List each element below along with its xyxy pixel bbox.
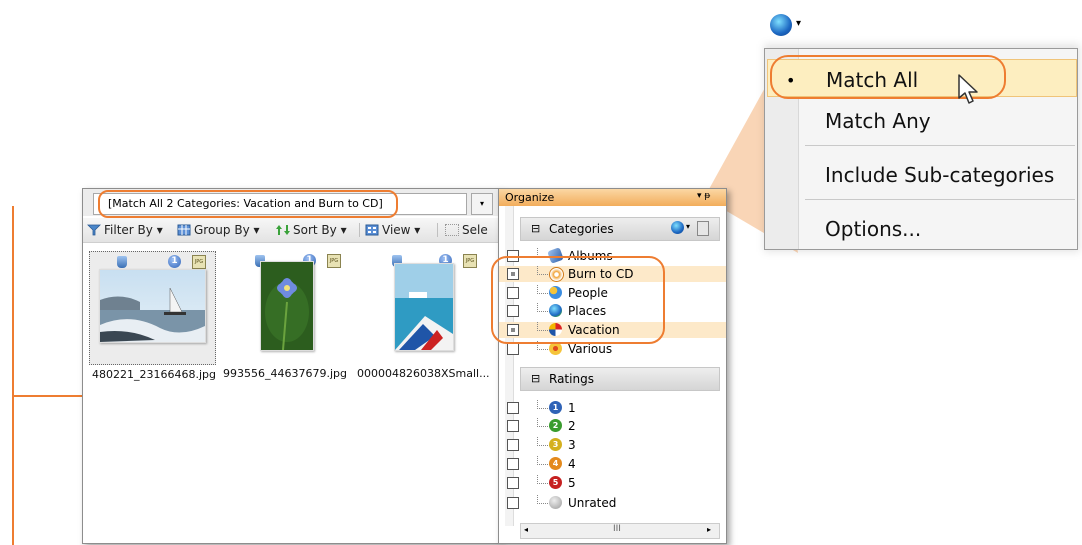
rating-5-icon: 5 — [549, 476, 562, 489]
rating-checkbox[interactable] — [507, 497, 519, 509]
jpg-file-icon: JPG — [463, 254, 477, 268]
rating-label: 2 — [568, 419, 576, 433]
select-button[interactable]: Sele — [445, 223, 488, 237]
rating-row[interactable]: Unrated — [499, 495, 726, 511]
match-mode-caret[interactable]: ▾ — [686, 222, 690, 231]
flower-photo — [260, 261, 314, 351]
rating-checkbox[interactable] — [507, 402, 519, 414]
rating-label: 4 — [568, 457, 576, 471]
filter-by-label: Filter By — [104, 223, 153, 237]
filter-by-button[interactable]: Filter By ▾ — [87, 223, 163, 237]
unrated-icon — [549, 496, 562, 509]
scroll-thumb-grip[interactable]: III — [613, 524, 621, 534]
rating-4-icon: 4 — [549, 457, 562, 470]
menu-item-label: Match Any — [825, 109, 931, 133]
rating-label: 1 — [568, 401, 576, 415]
organize-title: Organize — [505, 191, 555, 204]
filter-dropdown-button[interactable]: ▾ — [471, 193, 493, 215]
thumbnail-item[interactable]: 1 JPG 000004826038XSmall... — [357, 251, 490, 380]
sort-by-label: Sort By — [293, 223, 337, 237]
thumbnail-item[interactable]: 1 JPG 993556_44637679.jpg — [223, 251, 348, 380]
menu-separator — [805, 145, 1075, 146]
categories-section-header[interactable]: ⊟ Categories ▾ — [520, 217, 720, 241]
filter-icon — [87, 224, 101, 236]
chevron-down-icon[interactable]: ▾ — [796, 18, 801, 29]
sort-icon — [276, 225, 290, 235]
menu-item-label: Options... — [825, 217, 922, 241]
match-mode-globe-icon[interactable] — [770, 14, 792, 36]
sailboat-photo — [99, 269, 206, 343]
horizontal-scrollbar[interactable]: ◂ III ▸ — [520, 523, 720, 539]
rating-row[interactable]: 3 3 — [499, 437, 726, 453]
rating-row[interactable]: 5 5 — [499, 475, 726, 491]
group-by-label: Group By — [194, 223, 250, 237]
ratings-section-header[interactable]: ⊟ Ratings — [520, 367, 720, 391]
rating-1-icon: 1 — [549, 401, 562, 414]
scroll-right-arrow-icon[interactable]: ▸ — [707, 525, 711, 534]
rating-label: 3 — [568, 438, 576, 452]
thumbnail-filename: 000004826038XSmall... — [357, 367, 490, 380]
rating-checkbox[interactable] — [507, 458, 519, 470]
category-label: Various — [568, 342, 613, 356]
rating-row[interactable]: 2 2 — [499, 418, 726, 434]
toolbar-divider — [359, 223, 360, 237]
scroll-left-arrow-icon[interactable]: ◂ — [524, 525, 528, 534]
collapse-icon: ⊟ — [531, 222, 541, 235]
rating-badge: 1 — [168, 255, 181, 268]
group-icon — [177, 224, 191, 236]
rating-label: 5 — [568, 476, 576, 490]
sort-by-button[interactable]: Sort By ▾ — [276, 223, 347, 237]
boat-photo — [394, 263, 454, 351]
category-checkbox[interactable] — [507, 343, 519, 355]
collapse-icon: ⊟ — [531, 372, 541, 385]
rating-row[interactable]: 1 1 — [499, 400, 726, 416]
rating-row[interactable]: 4 4 — [499, 456, 726, 472]
select-label: Sele — [462, 223, 488, 237]
view-icon — [365, 224, 379, 236]
jpg-file-icon: JPG — [192, 255, 206, 269]
menu-separator — [805, 199, 1075, 200]
categories-label: Categories — [549, 222, 614, 236]
menu-item-include-sub-categories[interactable]: Include Sub-categories — [765, 155, 1077, 191]
menu-item-options[interactable]: Options... — [765, 209, 1077, 245]
photo-browser-window: [Match All 2 Categories: Vacation and Bu… — [82, 188, 500, 544]
menu-item-match-any[interactable]: Match Any — [765, 101, 1077, 137]
match-mode-button[interactable] — [671, 221, 684, 234]
select-icon — [445, 224, 459, 236]
toolbar: Filter By ▾ Group By ▾ Sort By ▾ View ▾ … — [83, 218, 499, 243]
rating-2-icon: 2 — [549, 419, 562, 432]
thumbnail-filename: 480221_23166468.jpg — [92, 368, 216, 381]
rating-3-icon: 3 — [549, 438, 562, 451]
tag-icon — [117, 256, 127, 268]
organize-pane: Organize ▾ ᵽ ⊟ Categories ▾ Albums Burn … — [498, 188, 727, 544]
view-label: View — [382, 223, 411, 237]
jpg-file-icon: JPG — [327, 254, 341, 268]
thumbnail-item[interactable]: 1 JPG 480221_23166468.jpg — [89, 251, 216, 381]
group-by-button[interactable]: Group By ▾ — [177, 223, 260, 237]
mouse-pointer-icon — [958, 74, 978, 104]
rating-checkbox[interactable] — [507, 420, 519, 432]
thumbnail-filename: 993556_44637679.jpg — [223, 367, 347, 380]
organize-header: Organize ▾ ᵽ — [499, 189, 726, 206]
new-category-icon[interactable] — [697, 221, 709, 236]
toolbar-divider — [437, 223, 438, 237]
filter-highlight-ring — [98, 190, 398, 218]
ratings-label: Ratings — [549, 372, 594, 386]
menu-item-label: Include Sub-categories — [825, 163, 1055, 187]
rating-checkbox[interactable] — [507, 439, 519, 451]
rating-label: Unrated — [568, 496, 617, 510]
rating-checkbox[interactable] — [507, 477, 519, 489]
categories-highlight-ring — [491, 256, 665, 344]
view-button[interactable]: View ▾ — [365, 223, 420, 237]
pane-pin-controls[interactable]: ▾ ᵽ — [697, 191, 710, 201]
